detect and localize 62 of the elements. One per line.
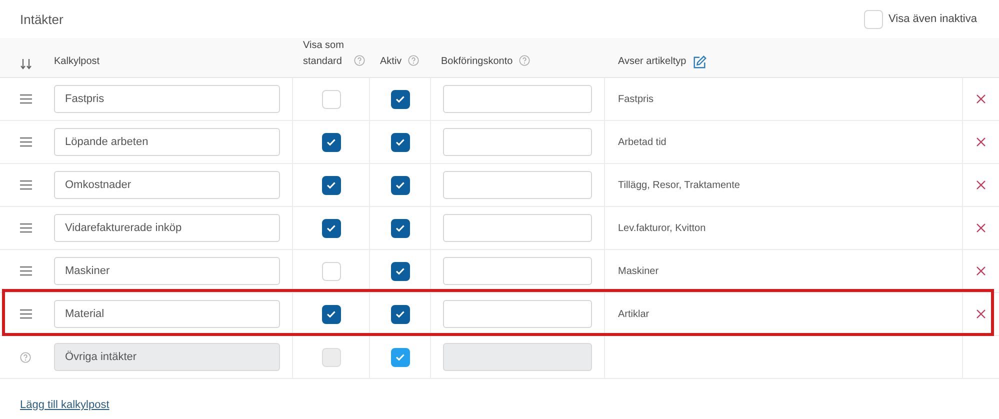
delete-icon[interactable] bbox=[976, 94, 986, 104]
checkmark-icon bbox=[325, 222, 337, 234]
section-title: Intäkter bbox=[20, 11, 64, 30]
delete-icon[interactable] bbox=[976, 137, 986, 147]
account-field[interactable] bbox=[443, 214, 592, 242]
name-field[interactable]: Vidarefakturerade inköp bbox=[54, 214, 280, 242]
account-field[interactable] bbox=[443, 257, 592, 285]
name-field[interactable]: Omkostnader bbox=[54, 171, 280, 199]
article-type: Lev.fakturor, Kvitton bbox=[618, 222, 706, 236]
sort-icon[interactable] bbox=[20, 58, 34, 70]
column-header: Bokföringskonto bbox=[441, 55, 513, 69]
checkmark-icon bbox=[325, 308, 337, 320]
drag-handle-icon[interactable] bbox=[20, 94, 32, 104]
name-field[interactable]: Fastpris bbox=[54, 85, 280, 113]
checkmark-icon bbox=[394, 265, 406, 277]
delete-icon[interactable] bbox=[976, 180, 986, 190]
account-field[interactable] bbox=[443, 300, 592, 328]
show-inactive-label: Visa även inaktiva bbox=[888, 12, 977, 27]
add-item-link[interactable]: Lägg till kalkylpost bbox=[20, 399, 110, 411]
drag-handle-icon[interactable] bbox=[20, 180, 32, 190]
account-field[interactable] bbox=[443, 171, 592, 199]
checkbox[interactable] bbox=[322, 304, 340, 324]
checkmark-icon bbox=[394, 351, 406, 363]
checkmark-icon bbox=[394, 93, 406, 105]
edit-icon[interactable] bbox=[692, 55, 708, 70]
drag-handle-icon[interactable] bbox=[20, 266, 32, 276]
checkbox[interactable] bbox=[322, 218, 340, 238]
article-type: Artiklar bbox=[618, 308, 650, 322]
article-type: Arbetad tid bbox=[618, 136, 666, 150]
checkmark-icon bbox=[394, 222, 406, 234]
name-field[interactable]: Maskiner bbox=[54, 257, 280, 285]
article-type: Tillägg, Resor, Traktamente bbox=[618, 178, 740, 192]
checkmark-icon bbox=[325, 179, 337, 191]
checkbox[interactable] bbox=[322, 176, 340, 194]
column-header: Visa som standard bbox=[303, 39, 345, 69]
article-type: Fastpris bbox=[618, 92, 654, 106]
checkmark-icon bbox=[394, 136, 406, 148]
delete-icon[interactable] bbox=[976, 309, 986, 319]
column-header: Kalkylpost bbox=[54, 55, 100, 69]
drag-handle-icon[interactable] bbox=[20, 223, 32, 233]
column-header: Avser artikeltyp bbox=[618, 55, 686, 69]
checkmark-icon bbox=[394, 308, 406, 320]
checkmark-icon bbox=[325, 136, 337, 148]
name-field[interactable]: Löpande arbeten bbox=[54, 128, 280, 156]
drag-handle-icon[interactable] bbox=[20, 309, 32, 319]
checkbox[interactable] bbox=[390, 176, 410, 194]
column-header: Aktiv bbox=[380, 55, 402, 69]
name-field[interactable]: Material bbox=[54, 300, 280, 328]
checkbox[interactable] bbox=[322, 132, 340, 152]
checkbox[interactable] bbox=[390, 304, 410, 324]
checkbox[interactable] bbox=[390, 218, 410, 238]
checkbox[interactable] bbox=[390, 132, 410, 152]
drag-handle-icon[interactable] bbox=[20, 137, 32, 147]
delete-icon[interactable] bbox=[976, 223, 986, 233]
article-type: Maskiner bbox=[618, 264, 659, 278]
checkbox[interactable] bbox=[390, 90, 410, 108]
delete-icon[interactable] bbox=[976, 266, 986, 276]
account-field[interactable] bbox=[443, 85, 592, 113]
checkmark-icon bbox=[394, 179, 406, 191]
name-field: Övriga intäkter bbox=[54, 343, 280, 371]
checkbox[interactable] bbox=[390, 262, 410, 280]
account-field[interactable] bbox=[443, 128, 592, 156]
